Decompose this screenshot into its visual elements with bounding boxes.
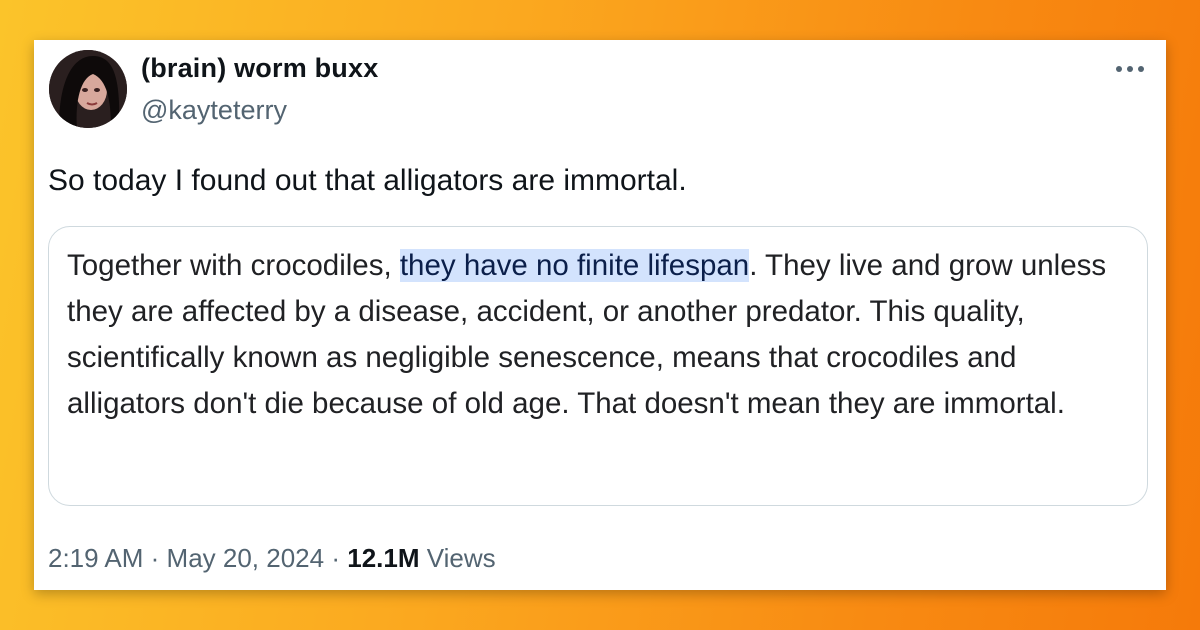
- tweet-meta: 2:19 AM · May 20, 2024 · 12.1M Views: [48, 543, 496, 574]
- display-name[interactable]: (brain) worm buxx: [141, 53, 378, 84]
- tweet-time[interactable]: 2:19 AM: [48, 543, 143, 573]
- quote-highlight: they have no finite lifespan: [399, 249, 750, 282]
- tweet-date[interactable]: May 20, 2024: [167, 543, 325, 573]
- tweet-card: (brain) worm buxx @kayteterry So today I…: [34, 40, 1166, 590]
- tweet-text: So today I found out that alligators are…: [48, 164, 687, 197]
- views-count[interactable]: 12.1M: [347, 543, 419, 573]
- meta-separator: ·: [150, 543, 160, 573]
- user-handle[interactable]: @kayteterry: [141, 95, 287, 126]
- meta-separator: ·: [331, 543, 341, 573]
- avatar-image: [49, 50, 127, 128]
- views-label: Views: [426, 543, 496, 573]
- quoted-content[interactable]: Together with crocodiles, they have no f…: [48, 226, 1148, 506]
- quote-text-before: Together with crocodiles,: [67, 249, 400, 282]
- more-horizontal-icon[interactable]: [1112, 58, 1148, 80]
- quote-text: Together with crocodiles, they have no f…: [67, 243, 1127, 427]
- avatar[interactable]: [49, 50, 127, 128]
